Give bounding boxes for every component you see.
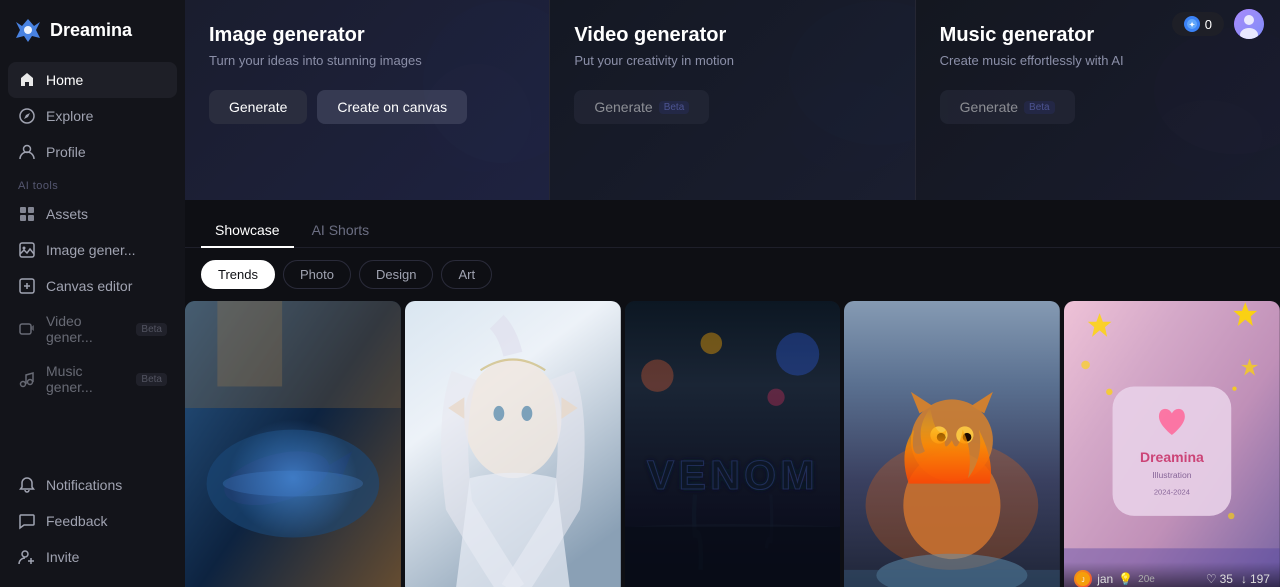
image-generate-button[interactable]: Generate bbox=[209, 90, 307, 124]
filter-photo[interactable]: Photo bbox=[283, 260, 351, 289]
music-beta-badge: Beta bbox=[1024, 101, 1055, 114]
music-generate-button[interactable]: Generate Beta bbox=[940, 90, 1075, 124]
download-icon: ↓ bbox=[1241, 572, 1247, 586]
feedback-icon bbox=[18, 512, 36, 530]
music-gen-beta: Beta bbox=[136, 373, 167, 386]
image-gen-label: Image gener... bbox=[46, 242, 136, 258]
user-avatar[interactable] bbox=[1234, 9, 1264, 39]
likes-count: 35 bbox=[1220, 572, 1233, 586]
card-user-badge: 💡 bbox=[1118, 572, 1133, 586]
card-username: jan bbox=[1097, 572, 1113, 586]
showcase-section: Showcase AI Shorts Trends Photo Design A… bbox=[185, 200, 1280, 587]
top-header: ✦ 0 bbox=[185, 0, 1280, 48]
sidebar-item-profile[interactable]: Profile bbox=[8, 134, 177, 170]
filter-design[interactable]: Design bbox=[359, 260, 433, 289]
video-gen-beta: Beta bbox=[136, 323, 167, 336]
music-gen-icon bbox=[18, 370, 36, 388]
sidebar: Dreamina Home Explore bbox=[0, 0, 185, 587]
invite-icon bbox=[18, 548, 36, 566]
assets-label: Assets bbox=[46, 206, 88, 222]
sidebar-item-video-gen[interactable]: Video gener... Beta bbox=[8, 304, 177, 354]
music-gen-label: Music gener... bbox=[46, 363, 126, 395]
filter-art[interactable]: Art bbox=[441, 260, 492, 289]
image-card-whale[interactable] bbox=[185, 301, 401, 587]
notifications-icon bbox=[18, 476, 36, 494]
sidebar-item-music-gen[interactable]: Music gener... Beta bbox=[8, 354, 177, 404]
video-gen-label: Video gener... bbox=[46, 313, 126, 345]
card-downloads: ↓ 197 bbox=[1241, 572, 1270, 586]
tab-showcase[interactable]: Showcase bbox=[201, 214, 294, 248]
app-logo: Dreamina bbox=[0, 0, 185, 58]
svg-text:VENOM: VENOM bbox=[647, 452, 819, 498]
svg-text:✦: ✦ bbox=[1189, 21, 1195, 29]
main-content: ✦ 0 Image generator Turn bbox=[185, 0, 1280, 587]
logo-icon bbox=[14, 16, 42, 44]
filter-trends[interactable]: Trends bbox=[201, 260, 275, 289]
home-icon bbox=[18, 71, 36, 89]
sidebar-item-assets[interactable]: Assets bbox=[8, 196, 177, 232]
svg-text:Illustration: Illustration bbox=[1152, 470, 1192, 480]
image-card-venom[interactable]: VENOM VENOM bbox=[625, 301, 841, 587]
image-grid: VENOM VENOM bbox=[185, 301, 1280, 587]
assets-icon bbox=[18, 205, 36, 223]
image-card-elf[interactable] bbox=[405, 301, 621, 587]
card-stats: ♡ 35 ↓ 197 bbox=[1206, 572, 1270, 586]
user-avatar-small: J bbox=[1074, 570, 1092, 587]
video-beta-badge: Beta bbox=[659, 101, 690, 114]
canvas-icon bbox=[18, 277, 36, 295]
image-card-fire-cat[interactable] bbox=[844, 301, 1060, 587]
heart-icon: ♡ bbox=[1206, 572, 1217, 586]
sidebar-bottom: Notifications Feedback Invite bbox=[0, 463, 185, 587]
credits-icon: ✦ bbox=[1184, 16, 1200, 32]
profile-label: Profile bbox=[46, 144, 86, 160]
card-user-info: J jan 💡 20e bbox=[1074, 570, 1155, 587]
feedback-label: Feedback bbox=[46, 513, 107, 529]
sidebar-nav: Home Explore Profile AI tools bbox=[0, 58, 185, 463]
image-card-overlay: J jan 💡 20e ♡ 35 ↓ bbox=[1064, 562, 1280, 587]
ai-tools-label: AI tools bbox=[8, 170, 177, 196]
sidebar-item-home[interactable]: Home bbox=[8, 62, 177, 98]
credits-value: 0 bbox=[1205, 17, 1212, 32]
credits-badge: ✦ 0 bbox=[1172, 12, 1224, 36]
tab-ai-shorts[interactable]: AI Shorts bbox=[298, 214, 384, 248]
image-card-dreamina[interactable]: Dreamina Illustration 2024-2024 bbox=[1064, 301, 1280, 587]
video-generate-label: Generate bbox=[594, 99, 652, 115]
video-generate-button[interactable]: Generate Beta bbox=[574, 90, 709, 124]
svg-text:Dreamina: Dreamina bbox=[1140, 449, 1204, 465]
card-user-level: 20e bbox=[1138, 574, 1155, 585]
sidebar-item-image-gen[interactable]: Image gener... bbox=[8, 232, 177, 268]
app-name: Dreamina bbox=[50, 20, 132, 41]
sidebar-item-notifications[interactable]: Notifications bbox=[8, 467, 177, 503]
video-gen-icon bbox=[18, 320, 36, 338]
sidebar-item-canvas[interactable]: Canvas editor bbox=[8, 268, 177, 304]
sidebar-item-explore[interactable]: Explore bbox=[8, 98, 177, 134]
invite-label: Invite bbox=[46, 549, 79, 565]
notifications-label: Notifications bbox=[46, 477, 122, 493]
svg-text:J: J bbox=[1082, 577, 1085, 584]
profile-icon bbox=[18, 143, 36, 161]
card-likes: ♡ 35 bbox=[1206, 572, 1233, 586]
image-gen-icon bbox=[18, 241, 36, 259]
showcase-tabs: Showcase AI Shorts bbox=[185, 200, 1280, 248]
explore-icon bbox=[18, 107, 36, 125]
sidebar-item-invite[interactable]: Invite bbox=[8, 539, 177, 575]
music-generate-label: Generate bbox=[960, 99, 1018, 115]
sidebar-item-feedback[interactable]: Feedback bbox=[8, 503, 177, 539]
svg-text:2024-2024: 2024-2024 bbox=[1154, 487, 1190, 496]
downloads-count: 197 bbox=[1250, 572, 1270, 586]
explore-label: Explore bbox=[46, 108, 93, 124]
home-label: Home bbox=[46, 72, 83, 88]
filter-pills: Trends Photo Design Art bbox=[185, 248, 1280, 301]
canvas-label: Canvas editor bbox=[46, 278, 132, 294]
